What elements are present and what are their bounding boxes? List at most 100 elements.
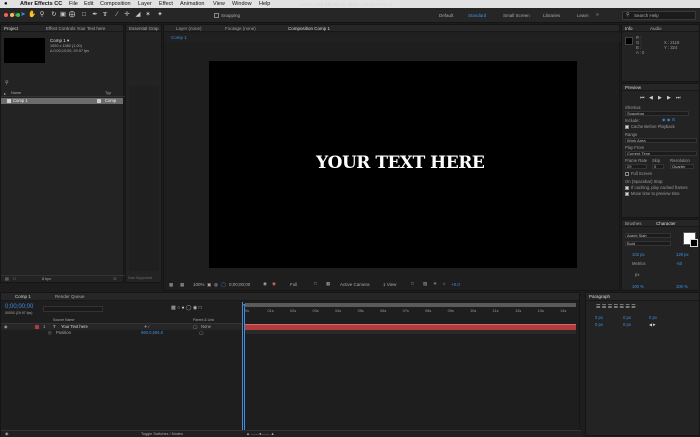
shortcut-select[interactable]: Spacebar bbox=[625, 111, 689, 116]
font-size-value[interactable]: 102 px bbox=[632, 252, 645, 257]
pen-tool-icon[interactable]: ✒ bbox=[91, 11, 99, 19]
expression-icon[interactable]: ◯ bbox=[199, 330, 204, 336]
stroke-units[interactable]: px bbox=[635, 272, 639, 277]
menu-animation[interactable]: Animation bbox=[180, 0, 204, 8]
type-tool-icon[interactable]: T bbox=[101, 11, 109, 19]
search-icon[interactable]: ⚲ bbox=[5, 81, 9, 86]
last-frame-icon[interactable]: ⏭ bbox=[676, 95, 681, 101]
play-icon[interactable]: ▶ bbox=[658, 95, 662, 101]
indent-right[interactable]: 0 px bbox=[623, 315, 631, 320]
tab-composition[interactable]: Composition Comp 1 bbox=[288, 25, 330, 31]
search-field[interactable]: ⚲ Search Help bbox=[622, 11, 696, 20]
skip-select[interactable]: 0 bbox=[652, 164, 664, 169]
safe-zones-icon[interactable]: ◍ bbox=[214, 282, 218, 288]
tab-timeline-comp[interactable]: Comp 1 bbox=[15, 293, 31, 300]
pixel-aspect-icon[interactable]: □ bbox=[411, 281, 414, 287]
move-time-checkbox[interactable] bbox=[625, 192, 629, 196]
leading-value[interactable]: 129 px bbox=[676, 252, 689, 257]
camera-select[interactable]: Active Camera bbox=[340, 282, 370, 288]
resolution-select[interactable]: Quarter bbox=[670, 164, 694, 169]
current-time-indicator[interactable] bbox=[244, 307, 245, 437]
tab-info[interactable]: Info bbox=[625, 26, 633, 31]
viewer-timecode[interactable]: 0;00;00;00 bbox=[229, 282, 250, 288]
interpret-icon[interactable]: ▤ bbox=[5, 277, 9, 281]
home-icon[interactable]: ⌂ bbox=[10, 11, 18, 19]
if-caching-checkbox[interactable] bbox=[625, 186, 629, 190]
work-area-bar[interactable] bbox=[245, 303, 576, 307]
app-menu[interactable]: After Effects CC bbox=[20, 0, 62, 8]
eraser-tool-icon[interactable]: ◢ bbox=[134, 11, 142, 19]
views-select[interactable]: 1 View bbox=[383, 282, 396, 288]
tab-paragraph[interactable]: Paragraph bbox=[589, 294, 610, 299]
kerning-value[interactable]: Metrics bbox=[632, 261, 646, 266]
full-screen-checkbox[interactable] bbox=[625, 172, 629, 176]
hand-tool-icon[interactable]: ✋ bbox=[28, 11, 36, 19]
toggle-switches-modes[interactable]: Toggle Switches / Modes bbox=[141, 432, 183, 437]
font-style-select[interactable]: Bold bbox=[625, 241, 671, 246]
space-before[interactable]: 0 px bbox=[595, 322, 603, 327]
mask-icon[interactable]: ◯ bbox=[221, 282, 226, 288]
playhead-icon[interactable]: ▼ bbox=[242, 304, 247, 309]
position-value[interactable]: 960.0,594.0 bbox=[141, 330, 163, 336]
rotate-tool-icon[interactable]: ↻ bbox=[50, 11, 58, 19]
timeline-zoom-slider[interactable]: ▲ ——●—— ▲ bbox=[246, 432, 275, 436]
col-source-name[interactable]: Source Name bbox=[53, 318, 74, 322]
tab-audio[interactable]: Audio bbox=[650, 25, 662, 31]
snapshot-icon[interactable]: ◉ bbox=[263, 281, 267, 287]
tab-footage[interactable]: Footage (none) bbox=[225, 25, 256, 31]
roi-icon[interactable]: □ bbox=[314, 281, 317, 287]
tracking-value[interactable]: -50 bbox=[676, 261, 682, 266]
comp-text-layer[interactable]: YOUR TEXT HERE bbox=[316, 155, 485, 172]
menu-composition[interactable]: Composition bbox=[100, 0, 131, 8]
stopwatch-icon[interactable]: ◷ bbox=[48, 330, 52, 336]
vertical-scale-value[interactable]: 100 % bbox=[632, 284, 644, 289]
rect-tool-icon[interactable]: □ bbox=[80, 11, 88, 19]
time-ruler[interactable]: 0s 01s 02s 03s 04s 05s 06s 07s 08s 09s 10s 11s 12s 13… bbox=[245, 308, 576, 316]
roto-tool-icon[interactable]: ✶ bbox=[144, 11, 152, 19]
exposure-value[interactable]: +0.0 bbox=[451, 282, 460, 288]
frame-rate-select[interactable]: 29 bbox=[625, 164, 647, 169]
breadcrumb-comp[interactable]: Comp 1 bbox=[171, 35, 187, 41]
zoom-select[interactable]: 100% bbox=[193, 282, 205, 288]
list-item[interactable]: Comp 1 Comp bbox=[1, 98, 123, 104]
menu-edit[interactable]: Edit bbox=[84, 0, 93, 8]
col-name[interactable]: Name bbox=[11, 91, 21, 95]
folder-icon[interactable]: □ bbox=[13, 277, 15, 281]
flowchart-icon[interactable]: ▨ bbox=[423, 281, 427, 287]
font-family-select[interactable]: Agent Slab bbox=[625, 233, 671, 238]
col-parent[interactable]: Parent & Link bbox=[193, 318, 214, 322]
comp-title[interactable]: Comp 1 ▾ bbox=[50, 38, 69, 44]
property-row[interactable]: ◷ Position 960.0,594.0 ◯ bbox=[1, 330, 242, 336]
workspace-learn[interactable]: Learn bbox=[577, 13, 589, 19]
transparency-icon[interactable]: ▦ bbox=[326, 281, 330, 287]
tab-project[interactable]: Project bbox=[4, 26, 18, 31]
horizontal-scale-value[interactable]: 100 % bbox=[676, 284, 688, 289]
workspace-menu-icon[interactable]: » bbox=[596, 13, 599, 18]
stroke-color-swatch[interactable] bbox=[690, 239, 698, 247]
direction-icon[interactable]: ◀► bbox=[649, 322, 656, 327]
workspace-standard[interactable]: Standard bbox=[468, 13, 486, 19]
always-preview-icon[interactable]: ▩ bbox=[169, 282, 173, 288]
tab-effect-controls[interactable]: Effect Controls Your Text here bbox=[46, 25, 105, 31]
play-from-select[interactable]: Current Time bbox=[625, 151, 697, 156]
pan-tool-icon[interactable]: ⨁ bbox=[68, 11, 76, 19]
workspace-default[interactable]: Default bbox=[439, 13, 453, 19]
timeline-search[interactable] bbox=[43, 306, 103, 312]
range-select[interactable]: Work Area bbox=[625, 138, 697, 143]
timeline-switches[interactable]: ▩ ○ ● ◯ ◉ □ bbox=[171, 306, 202, 311]
snapping-checkbox[interactable] bbox=[214, 13, 219, 18]
menu-file[interactable]: File bbox=[69, 0, 78, 8]
next-frame-icon[interactable]: ▶ bbox=[667, 95, 671, 101]
trash-icon[interactable]: ♲ bbox=[113, 277, 117, 281]
exposure-icon[interactable]: ☼ bbox=[442, 281, 446, 287]
render-time-icon[interactable]: ◉ bbox=[5, 432, 9, 436]
selection-tool-icon[interactable]: ➤ bbox=[19, 11, 27, 19]
first-frame-icon[interactable]: ⏮ bbox=[640, 95, 645, 101]
brush-tool-icon[interactable]: ∕ bbox=[113, 11, 121, 19]
indent-first[interactable]: 0 px bbox=[649, 315, 657, 320]
tab-render-queue[interactable]: Render Queue bbox=[55, 293, 85, 300]
camera-tool-icon[interactable]: ▣ bbox=[59, 11, 67, 19]
fit-icon[interactable]: ▣ bbox=[207, 282, 211, 288]
menu-effect[interactable]: Effect bbox=[159, 0, 173, 8]
tab-preview[interactable]: Preview bbox=[625, 85, 641, 90]
